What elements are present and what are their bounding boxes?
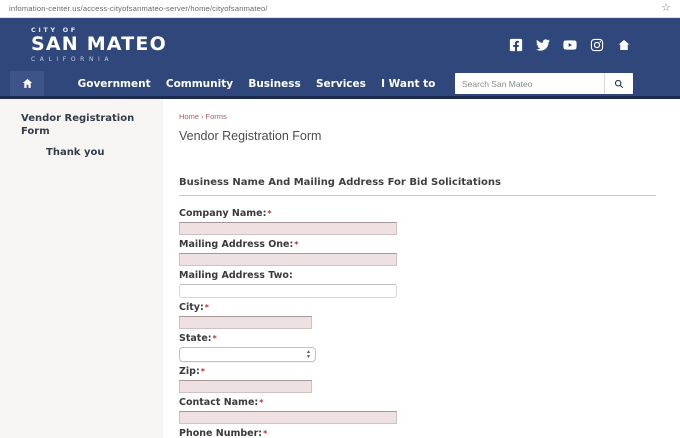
nav-item-i-want-to[interactable]: I Want to bbox=[381, 78, 435, 90]
nav-item-business[interactable]: Business bbox=[248, 78, 300, 90]
twitter-icon[interactable] bbox=[536, 38, 550, 52]
nav-home-button[interactable] bbox=[10, 71, 44, 96]
field-label: Company Name:* bbox=[179, 208, 656, 220]
contact-name-input[interactable] bbox=[179, 411, 397, 424]
field-label: Mailing Address Two: bbox=[179, 270, 656, 282]
site-search bbox=[455, 73, 633, 94]
page-content: Vendor Registration Form Thank you Home›… bbox=[0, 99, 680, 438]
field-label: City:* bbox=[179, 302, 656, 314]
breadcrumb-link-home[interactable]: Home bbox=[179, 112, 199, 121]
select-stepper-icon: ▲▼ bbox=[306, 350, 311, 360]
main-nav: Government Community Business Services I… bbox=[0, 71, 680, 99]
social-icons bbox=[509, 38, 631, 52]
field-mailing-address-two: Mailing Address Two: bbox=[179, 270, 656, 298]
site-header: CITY OF SAN MATEO CALIFORNIA bbox=[0, 18, 680, 71]
sidebar-item-thank-you[interactable]: Thank you bbox=[0, 146, 163, 167]
breadcrumb-link-forms[interactable]: Forms bbox=[206, 112, 227, 121]
required-asterisk: * bbox=[213, 334, 217, 343]
main-panel: Home›Forms Vendor Registration Form Busi… bbox=[163, 99, 680, 438]
field-label: Phone Number:* bbox=[179, 428, 656, 438]
nav-item-government[interactable]: Government bbox=[78, 78, 151, 90]
facebook-icon[interactable] bbox=[509, 38, 523, 52]
required-asterisk: * bbox=[201, 367, 205, 376]
breadcrumb: Home›Forms bbox=[179, 112, 656, 121]
nav-items: Government Community Business Services I… bbox=[44, 71, 455, 96]
field-zip: Zip:* bbox=[179, 366, 656, 393]
bookmark-star-icon[interactable]: ☆ bbox=[661, 3, 671, 14]
left-sidebar: Vendor Registration Form Thank you bbox=[0, 99, 163, 438]
instagram-icon[interactable] bbox=[590, 38, 604, 52]
magnifier-icon bbox=[614, 79, 624, 89]
breadcrumb-separator: › bbox=[201, 112, 204, 121]
search-input[interactable] bbox=[455, 73, 604, 94]
field-phone-number: Phone Number:* bbox=[179, 428, 656, 438]
field-label: Contact Name:* bbox=[179, 397, 656, 409]
mailing-address-two-input[interactable] bbox=[179, 284, 397, 298]
required-asterisk: * bbox=[263, 429, 267, 438]
logo-san-mateo: SAN MATEO bbox=[31, 34, 167, 55]
logo-california: CALIFORNIA bbox=[31, 56, 167, 63]
zip-input[interactable] bbox=[179, 380, 312, 393]
field-city: City:* bbox=[179, 302, 656, 329]
youtube-icon[interactable] bbox=[563, 38, 577, 52]
field-label: Mailing Address One:* bbox=[179, 239, 656, 251]
nav-item-services[interactable]: Services bbox=[316, 78, 366, 90]
field-label: Zip:* bbox=[179, 366, 656, 378]
page-title: Vendor Registration Form bbox=[179, 129, 656, 143]
required-asterisk: * bbox=[259, 398, 263, 407]
field-state: State:* ▲▼ bbox=[179, 333, 656, 362]
required-asterisk: * bbox=[205, 303, 209, 312]
city-input[interactable] bbox=[179, 316, 312, 329]
search-button[interactable] bbox=[604, 73, 633, 94]
company-name-input[interactable] bbox=[179, 222, 397, 235]
browser-address-bar[interactable]: infomation-center.us/access-cityofsanmat… bbox=[0, 0, 680, 18]
site-logo[interactable]: CITY OF SAN MATEO CALIFORNIA bbox=[31, 26, 167, 63]
vendor-registration-form: Company Name:* Mailing Address One:* Mai… bbox=[179, 208, 656, 438]
sidebar-item-vendor-registration-form[interactable]: Vendor Registration Form bbox=[0, 112, 163, 146]
field-contact-name: Contact Name:* bbox=[179, 397, 656, 424]
field-label: State:* bbox=[179, 333, 656, 345]
field-mailing-address-one: Mailing Address One:* bbox=[179, 239, 656, 266]
mailing-address-one-input[interactable] bbox=[179, 253, 397, 266]
url-text[interactable]: infomation-center.us/access-cityofsanmat… bbox=[9, 4, 661, 13]
nextdoor-icon[interactable] bbox=[617, 38, 631, 52]
field-company-name: Company Name:* bbox=[179, 208, 656, 235]
home-icon bbox=[21, 77, 34, 90]
required-asterisk: * bbox=[267, 209, 271, 218]
nav-item-community[interactable]: Community bbox=[166, 78, 233, 90]
state-select[interactable]: ▲▼ bbox=[179, 347, 316, 362]
required-asterisk: * bbox=[294, 240, 298, 249]
section-heading: Business Name And Mailing Address For Bi… bbox=[179, 177, 656, 196]
